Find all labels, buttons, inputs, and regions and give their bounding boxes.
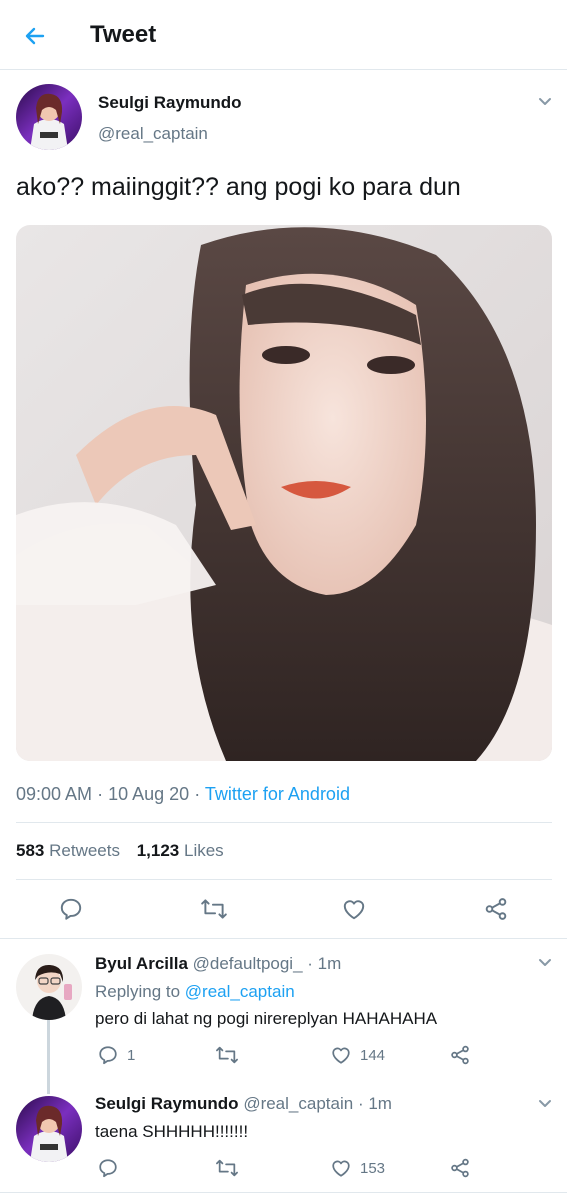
chevron-down-icon	[539, 959, 551, 966]
reply-1-like-button[interactable]: 144	[330, 1044, 385, 1066]
reply-2-header: Seulgi Raymundo @real_captain · 1m	[95, 1094, 392, 1114]
main-tweet-author-handle[interactable]: @real_captain	[98, 124, 208, 144]
replying-to-label: Replying to	[95, 982, 181, 1001]
retweet-icon	[216, 1046, 238, 1064]
meta-separator: ·	[97, 784, 104, 804]
divider	[0, 938, 567, 939]
tweet-time: 09:00 AM	[16, 784, 93, 804]
main-tweet-menu-button[interactable]	[535, 92, 555, 112]
reply-button[interactable]	[58, 896, 84, 922]
chevron-down-icon	[539, 1100, 551, 1107]
divider	[16, 822, 552, 823]
tweet-meta: 09:00 AM · 10 Aug 20 · Twitter for Andro…	[16, 784, 350, 805]
like-icon	[332, 1160, 350, 1177]
reply-2-author-handle[interactable]: @real_captain	[243, 1094, 353, 1113]
likes-stat[interactable]: 1,123 Likes	[137, 841, 224, 860]
reply-2-avatar[interactable]	[16, 1096, 82, 1162]
share-icon	[451, 1045, 469, 1065]
reply-2-menu-button[interactable]	[535, 1094, 555, 1114]
reply-1-reply-button[interactable]: 1	[97, 1044, 135, 1066]
reply-1-author-handle[interactable]: @defaultpogi_	[193, 954, 303, 973]
reply-1-age: · 1m	[307, 954, 342, 973]
reply-2-text: taena SHHHHH!!!!!!!	[95, 1122, 249, 1141]
reply-1-share-button[interactable]	[449, 1044, 471, 1066]
reply-1-avatar[interactable]	[16, 954, 82, 1020]
reply-icon	[99, 1046, 117, 1065]
share-button[interactable]	[483, 896, 509, 922]
retweets-stat[interactable]: 583 Retweets	[16, 841, 120, 860]
main-tweet-author-name[interactable]: Seulgi Raymundo	[98, 93, 242, 113]
retweet-icon	[201, 899, 227, 919]
reply-1-header: Byul Arcilla @defaultpogi_ · 1m	[95, 954, 341, 974]
retweets-label: Retweets	[49, 841, 120, 860]
reply-count: 1	[127, 1046, 136, 1064]
main-tweet-avatar[interactable]	[16, 84, 82, 150]
reply-icon	[99, 1159, 117, 1178]
reply-1-retweet-button[interactable]	[215, 1044, 247, 1066]
retweets-count: 583	[16, 841, 45, 860]
page-title: Tweet	[90, 21, 157, 48]
reply-1-replying-to: Replying to @real_captain	[95, 982, 295, 1002]
like-icon	[332, 1047, 350, 1064]
retweet-icon	[216, 1159, 238, 1177]
back-arrow-icon	[25, 27, 45, 45]
share-icon	[485, 898, 507, 920]
thread-line	[47, 1020, 50, 1094]
reply-1-menu-button[interactable]	[535, 953, 555, 973]
like-button[interactable]	[341, 896, 367, 922]
tweet-date: 10 Aug 20	[108, 784, 190, 804]
reply-2-author-name[interactable]: Seulgi Raymundo	[95, 1094, 239, 1113]
divider	[0, 1192, 567, 1193]
share-icon	[451, 1158, 469, 1178]
main-tweet-text: ako?? maiinggit?? ang pogi ko para dun	[16, 173, 461, 201]
meta-separator: ·	[194, 784, 201, 804]
reply-2-like-button[interactable]: 153	[330, 1157, 385, 1179]
back-button[interactable]	[18, 20, 52, 52]
reply-icon	[60, 898, 82, 920]
reply-2-age: · 1m	[357, 1094, 392, 1113]
chevron-down-icon	[539, 98, 551, 105]
tweet-stats: 583 Retweets 1,123 Likes	[16, 841, 224, 861]
likes-label: Likes	[184, 841, 224, 860]
retweet-button[interactable]	[200, 896, 228, 922]
like-count: 144	[360, 1046, 386, 1064]
top-bar: Tweet	[0, 0, 567, 70]
reply-2-retweet-button[interactable]	[215, 1157, 247, 1179]
like-count: 153	[360, 1159, 386, 1177]
reply-1-text: pero di lahat ng pogi nirereplyan HAHAHA…	[95, 1009, 438, 1028]
reply-1-author-name[interactable]: Byul Arcilla	[95, 954, 188, 973]
reply-2-reply-button[interactable]	[97, 1157, 127, 1179]
likes-count: 1,123	[136, 841, 180, 860]
reply-2-share-button[interactable]	[449, 1157, 471, 1179]
divider	[16, 879, 552, 880]
tweet-source-link[interactable]: Twitter for Android	[205, 784, 350, 804]
like-icon	[343, 900, 365, 920]
main-tweet-photo[interactable]	[16, 225, 552, 761]
replying-to-handle[interactable]: @real_captain	[185, 982, 295, 1001]
